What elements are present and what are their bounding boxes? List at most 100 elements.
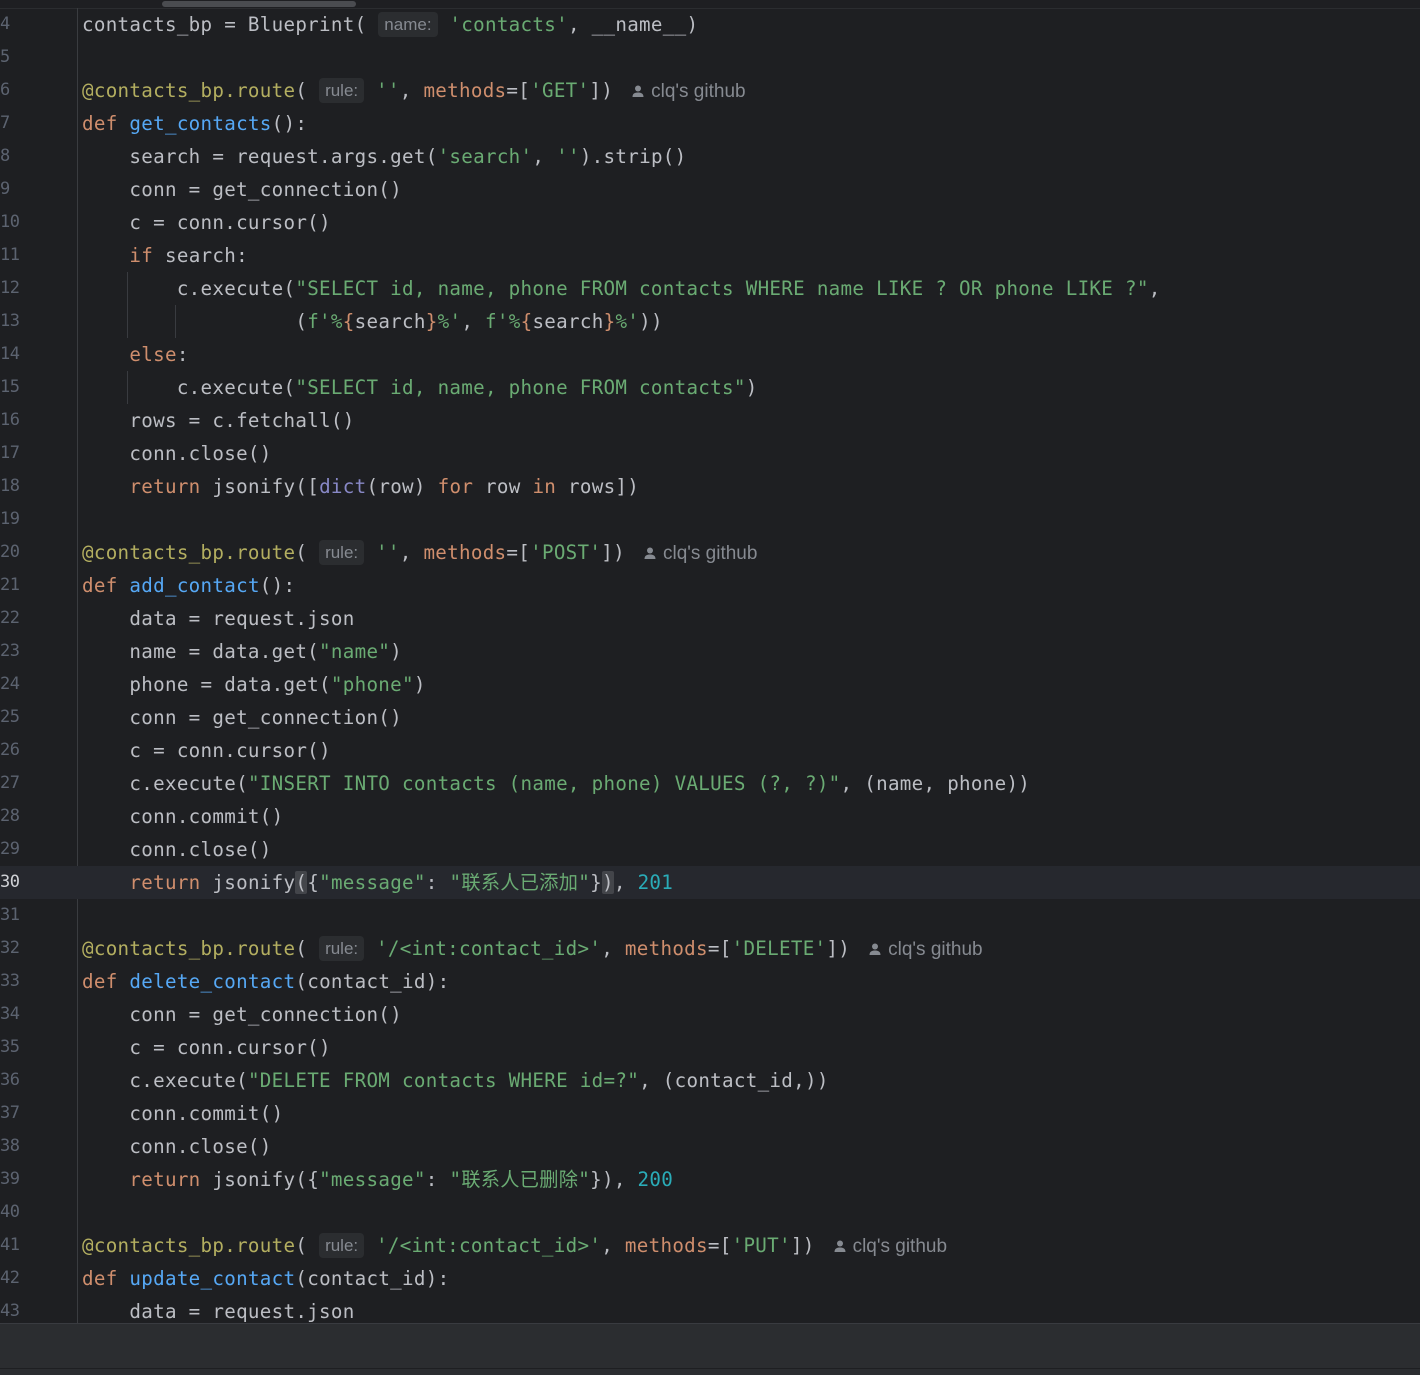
code-text[interactable]: def delete_contact(contact_id):: [82, 965, 449, 998]
code-line[interactable]: 19: [0, 503, 1420, 536]
code-line[interactable]: 32 @contacts_bp.route( rule: '/<int:cont…: [0, 932, 1420, 965]
code-text[interactable]: def add_contact():: [82, 569, 295, 602]
code-text[interactable]: def get_contacts():: [82, 107, 307, 140]
blame-annotation[interactable]: clq's github: [643, 543, 757, 564]
code-line[interactable]: 34 conn = get_connection(): [0, 998, 1420, 1031]
code-text[interactable]: c = conn.cursor(): [82, 206, 331, 239]
code-line[interactable]: 16 rows = c.fetchall(): [0, 404, 1420, 437]
code-text[interactable]: name = data.get("name"): [82, 635, 402, 668]
code-text[interactable]: rows = c.fetchall(): [82, 404, 355, 437]
code-line[interactable]: 7 def get_contacts():: [0, 107, 1420, 140]
code-line[interactable]: 17 conn.close(): [0, 437, 1420, 470]
code-text[interactable]: conn.close(): [82, 1130, 272, 1163]
code-text[interactable]: (f'%{search}%', f'%{search}%')): [82, 305, 663, 338]
code-line[interactable]: 6 @contacts_bp.route( rule: '', methods=…: [0, 74, 1420, 107]
line-number: 18: [0, 476, 20, 496]
line-number: 15: [0, 377, 20, 397]
line-number: 13: [0, 311, 20, 331]
line-number: 19: [0, 509, 20, 529]
code-text[interactable]: conn = get_connection(): [82, 701, 402, 734]
line-number: 14: [0, 344, 20, 364]
user-icon: [632, 85, 644, 97]
code-text[interactable]: conn.close(): [82, 437, 272, 470]
code-text[interactable]: c.execute("DELETE FROM contacts WHERE id…: [82, 1064, 829, 1097]
code-line[interactable]: 4 contacts_bp = Blueprint( name: 'contac…: [0, 8, 1420, 41]
line-number: 33: [0, 971, 20, 991]
code-text[interactable]: search = request.args.get('search', '').…: [82, 140, 687, 173]
line-number: 5: [0, 47, 10, 67]
code-line[interactable]: 28 conn.commit(): [0, 800, 1420, 833]
blame-annotation[interactable]: clq's github: [833, 1236, 947, 1257]
user-icon: [869, 943, 881, 955]
code-line[interactable]: 26 c = conn.cursor(): [0, 734, 1420, 767]
code-text[interactable]: c = conn.cursor(): [82, 1031, 331, 1064]
code-text[interactable]: @contacts_bp.route( rule: '', methods=['…: [82, 74, 746, 107]
code-line[interactable]: 38 conn.close(): [0, 1130, 1420, 1163]
blame-annotation[interactable]: clq's github: [868, 939, 983, 960]
code-line[interactable]: 20 @contacts_bp.route( rule: '', methods…: [0, 536, 1420, 569]
line-number: 30: [0, 872, 20, 892]
blame-author: clq's github: [651, 81, 746, 102]
param-hint: rule:: [319, 1233, 365, 1258]
code-text[interactable]: @contacts_bp.route( rule: '/<int:contact…: [82, 932, 983, 965]
line-number: 20: [0, 542, 20, 562]
current-code-line[interactable]: 30 return jsonify({"message": "联系人已添加"})…: [0, 866, 1420, 899]
code-text[interactable]: conn.commit(): [82, 1097, 283, 1130]
code-line[interactable]: 5: [0, 41, 1420, 74]
code-line[interactable]: 23 name = data.get("name"): [0, 635, 1420, 668]
code-line[interactable]: 42 def update_contact(contact_id):: [0, 1262, 1420, 1295]
code-text[interactable]: else:: [82, 338, 189, 371]
code-line[interactable]: 25 conn = get_connection(): [0, 701, 1420, 734]
code-lines[interactable]: 4 contacts_bp = Blueprint( name: 'contac…: [0, 8, 1420, 1328]
code-text[interactable]: conn = get_connection(): [82, 998, 402, 1031]
code-text[interactable]: phone = data.get("phone"): [82, 668, 426, 701]
code-line[interactable]: 13 (f'%{search}%', f'%{search}%')): [0, 305, 1420, 338]
line-number: 39: [0, 1169, 20, 1189]
line-number: 9: [0, 179, 10, 199]
code-line[interactable]: 15 c.execute("SELECT id, name, phone FRO…: [0, 371, 1420, 404]
code-line[interactable]: 29 conn.close(): [0, 833, 1420, 866]
code-text[interactable]: conn.commit(): [82, 800, 283, 833]
code-text[interactable]: def update_contact(contact_id):: [82, 1262, 449, 1295]
code-line[interactable]: 24 phone = data.get("phone"): [0, 668, 1420, 701]
code-text[interactable]: return jsonify({"message": "联系人已删除"}), 2…: [82, 1163, 673, 1196]
code-line[interactable]: 11 if search:: [0, 239, 1420, 272]
code-text[interactable]: c = conn.cursor(): [82, 734, 331, 767]
code-line[interactable]: 40: [0, 1196, 1420, 1229]
code-text[interactable]: return jsonify({"message": "联系人已添加"}), 2…: [82, 866, 673, 899]
code-line[interactable]: 12 c.execute("SELECT id, name, phone FRO…: [0, 272, 1420, 305]
code-text[interactable]: @contacts_bp.route( rule: '', methods=['…: [82, 536, 757, 569]
code-text[interactable]: @contacts_bp.route( rule: '/<int:contact…: [82, 1229, 947, 1262]
code-line[interactable]: 37 conn.commit(): [0, 1097, 1420, 1130]
code-line[interactable]: 18 return jsonify([dict(row) for row in …: [0, 470, 1420, 503]
code-text[interactable]: conn.close(): [82, 833, 272, 866]
line-number: 12: [0, 278, 20, 298]
code-line[interactable]: 14 else:: [0, 338, 1420, 371]
code-editor[interactable]: 4 contacts_bp = Blueprint( name: 'contac…: [0, 0, 1420, 1375]
blame-annotation[interactable]: clq's github: [631, 81, 746, 102]
code-text[interactable]: c.execute("SELECT id, name, phone FROM c…: [82, 272, 1161, 305]
code-text[interactable]: data = request.json: [82, 602, 355, 635]
code-line[interactable]: 9 conn = get_connection(): [0, 173, 1420, 206]
code-line[interactable]: 27 c.execute("INSERT INTO contacts (name…: [0, 767, 1420, 800]
code-line[interactable]: 8 search = request.args.get('search', ''…: [0, 140, 1420, 173]
code-text[interactable]: c.execute("INSERT INTO contacts (name, p…: [82, 767, 1030, 800]
line-number: 35: [0, 1037, 20, 1057]
code-line[interactable]: 21 def add_contact():: [0, 569, 1420, 602]
code-line[interactable]: 35 c = conn.cursor(): [0, 1031, 1420, 1064]
code-line[interactable]: 33 def delete_contact(contact_id):: [0, 965, 1420, 998]
code-text[interactable]: contacts_bp = Blueprint( name: 'contacts…: [82, 8, 698, 41]
code-line[interactable]: 39 return jsonify({"message": "联系人已删除"})…: [0, 1163, 1420, 1196]
code-line[interactable]: 31: [0, 899, 1420, 932]
code-text[interactable]: if search:: [82, 239, 248, 272]
code-text[interactable]: conn = get_connection(): [82, 173, 402, 206]
blame-author: clq's github: [888, 939, 983, 960]
code-line[interactable]: 10 c = conn.cursor(): [0, 206, 1420, 239]
code-text[interactable]: return jsonify([dict(row) for row in row…: [82, 470, 639, 503]
horizontal-scrollbar-thumb[interactable]: [162, 1, 356, 7]
code-line[interactable]: 41 @contacts_bp.route( rule: '/<int:cont…: [0, 1229, 1420, 1262]
code-line[interactable]: 36 c.execute("DELETE FROM contacts WHERE…: [0, 1064, 1420, 1097]
line-number: 36: [0, 1070, 20, 1090]
code-text[interactable]: c.execute("SELECT id, name, phone FROM c…: [82, 371, 758, 404]
code-line[interactable]: 22 data = request.json: [0, 602, 1420, 635]
